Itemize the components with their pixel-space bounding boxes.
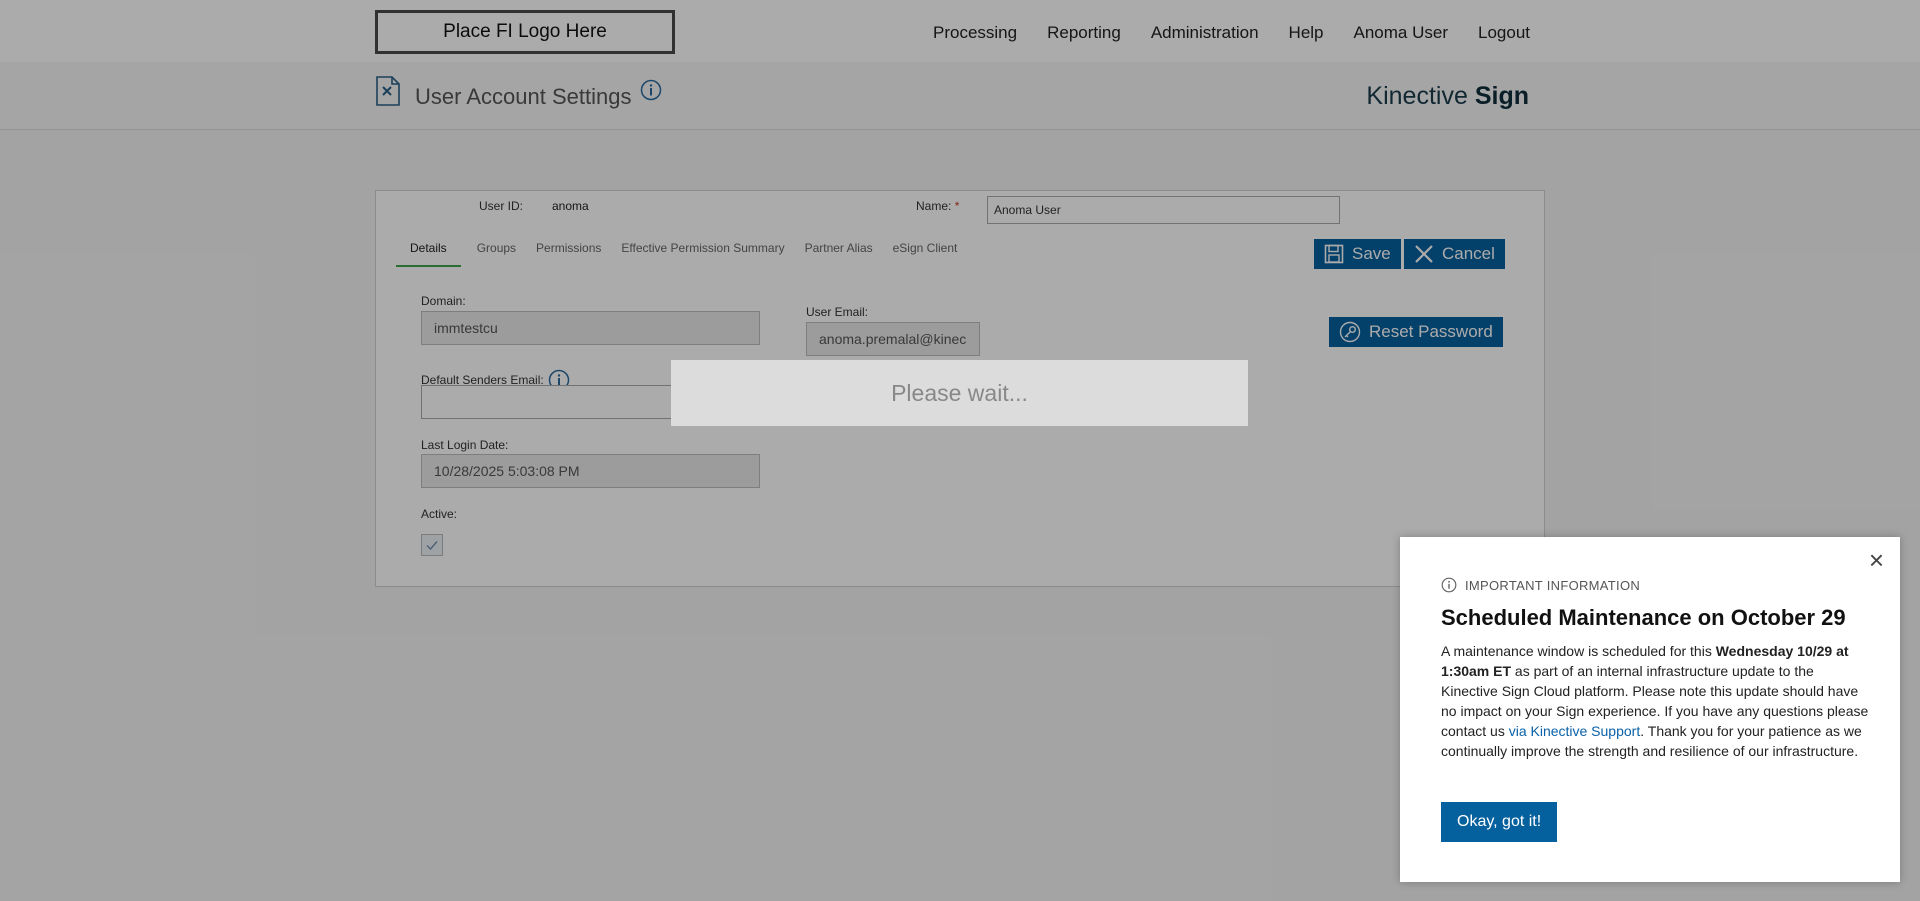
maintenance-modal: × IMPORTANT INFORMATION Scheduled Mainte… [1400,537,1900,882]
close-icon[interactable]: × [1869,547,1884,573]
modal-title: Scheduled Maintenance on October 29 [1441,605,1846,630]
okay-got-it-button[interactable]: Okay, got it! [1441,802,1558,842]
info-icon [1441,577,1457,593]
loading-indicator: Please wait... [671,360,1248,426]
modal-body: A maintenance window is scheduled for th… [1441,643,1869,759]
kinective-support-link[interactable]: via Kinective Support [1509,723,1641,739]
modal-kicker: IMPORTANT INFORMATION [1441,577,1640,593]
